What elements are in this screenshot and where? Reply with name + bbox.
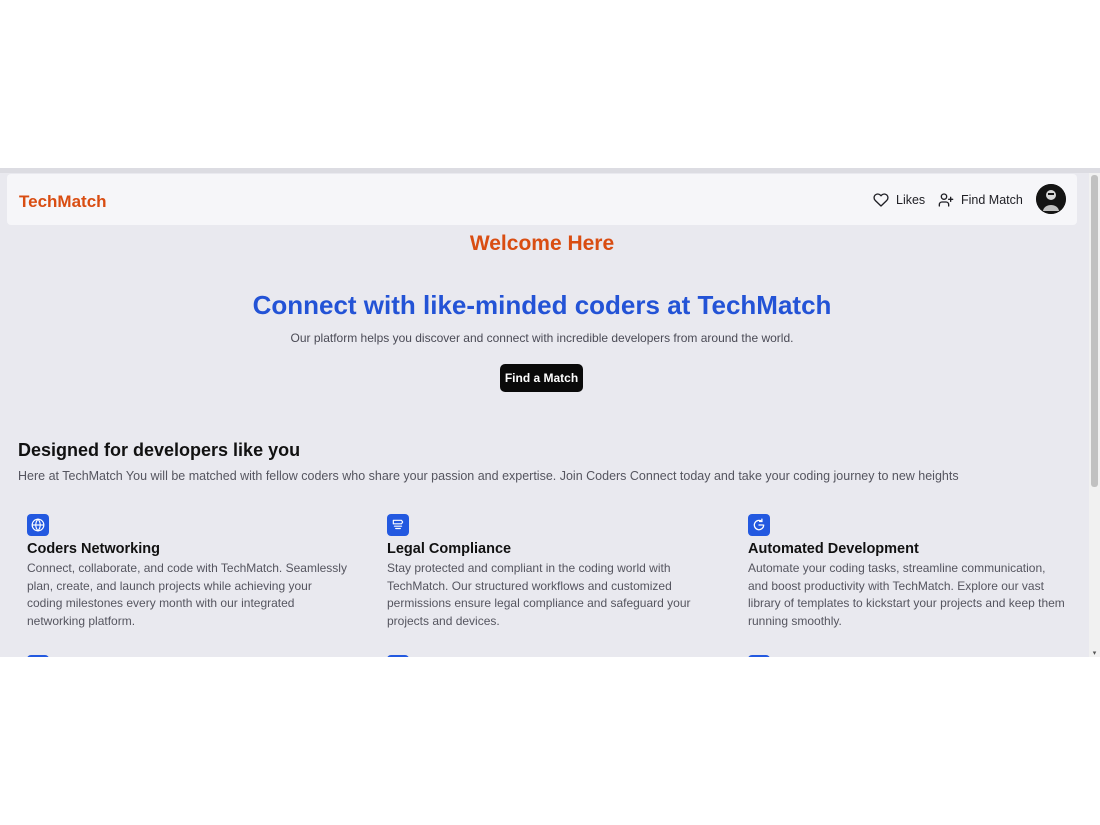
globe-icon — [27, 514, 49, 536]
hero-title: Connect with like-minded coders at TechM… — [252, 290, 832, 320]
section-title: Designed for developers like you — [18, 440, 301, 460]
feature-title: Legal Compliance — [387, 541, 512, 557]
section-subtitle: Here at TechMatch You will be matched wi… — [18, 469, 959, 483]
user-plus-icon — [938, 192, 954, 208]
scrollbar-thumb[interactable] — [1091, 175, 1098, 487]
feature-title: Coders Networking — [27, 541, 160, 557]
refresh-icon — [748, 514, 770, 536]
feature-card-networking: Coders Networking Connect, collaborate, … — [27, 514, 347, 630]
feature-icon-partial — [27, 655, 49, 657]
feature-description: Connect, collaborate, and code with Tech… — [27, 561, 347, 628]
hero-subtitle: Our platform helps you discover and conn… — [290, 331, 794, 345]
feature-description: Stay protected and compliant in the codi… — [387, 561, 691, 628]
scroll-down-arrow-icon[interactable]: ▾ — [1091, 650, 1098, 657]
nav-find-match-label: Find Match — [961, 193, 1023, 207]
feature-description: Automate your coding tasks, streamline c… — [748, 561, 1065, 628]
nav-likes-label: Likes — [896, 193, 926, 207]
feature-icon-partial — [387, 655, 409, 657]
vertical-scrollbar[interactable]: ▾ — [1089, 173, 1100, 657]
nav-find-match-link[interactable]: Find Match — [938, 192, 1023, 208]
avatar[interactable] — [1036, 184, 1066, 214]
welcome-heading: Welcome Here — [469, 232, 615, 255]
navbar: TechMatch Likes Find Match — [7, 174, 1077, 225]
nav-likes-link[interactable]: Likes — [873, 192, 925, 208]
top-divider — [0, 168, 1100, 173]
brand-logo[interactable]: TechMatch — [19, 192, 107, 212]
heart-icon — [873, 192, 889, 208]
feature-card-legal: Legal Compliance Stay protected and comp… — [387, 514, 707, 630]
find-a-match-button[interactable]: Find a Match — [500, 364, 583, 392]
feature-title: Automated Development — [748, 541, 919, 557]
certificate-icon — [387, 514, 409, 536]
browser-viewport: TechMatch Likes Find Match Welcome Here … — [0, 168, 1100, 657]
feature-card-automation: Automated Development Automate your codi… — [748, 514, 1068, 630]
feature-icon-partial — [748, 655, 770, 657]
